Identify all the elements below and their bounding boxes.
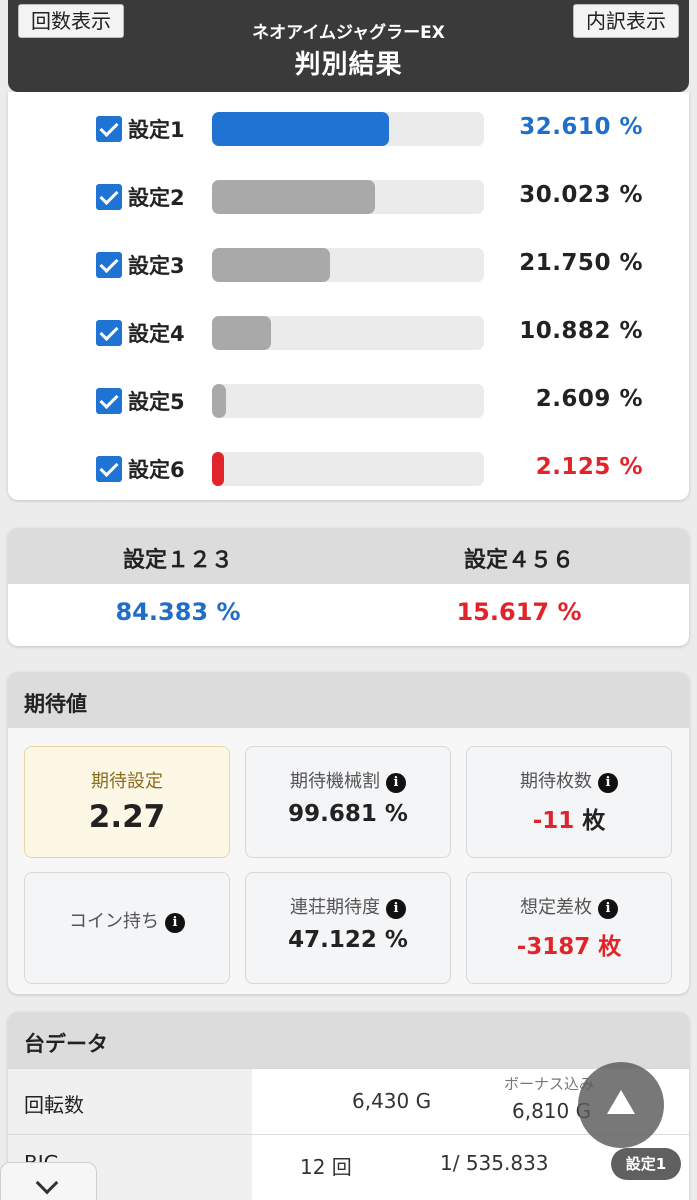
probability-bar-track — [212, 452, 484, 486]
expected-coins-tile[interactable]: 期待枚数 i -11 枚 — [466, 746, 672, 858]
probability-bar-track — [212, 180, 484, 214]
setting-checkbox[interactable] — [96, 184, 122, 210]
app-header: 回数表示 ネオアイムジャグラーEX 判別結果 内訳表示 — [8, 0, 689, 92]
setting-checkbox[interactable] — [96, 116, 122, 142]
setting-checkbox[interactable] — [96, 252, 122, 278]
setting-label: 設定4 — [128, 322, 185, 346]
setting-row: 設定5 2.609 % — [8, 364, 689, 432]
coin-hold-tile[interactable]: コイン持ち i — [24, 872, 230, 984]
probability-bar-fill — [212, 384, 226, 418]
setting-label: 設定3 — [128, 254, 185, 278]
expectation-heading: 期待値 — [8, 672, 689, 728]
estimated-diff-label: 想定差枚 — [520, 897, 592, 918]
coin-hold-label: コイン持ち — [69, 911, 159, 932]
setting-label: 設定2 — [128, 186, 185, 210]
expected-coins-value: -11 — [532, 808, 575, 834]
streak-expectation-tile[interactable]: 連荘期待度 i 47.122 % — [245, 872, 451, 984]
big-count: 12 回 — [300, 1155, 352, 1179]
streak-label: 連荘期待度 — [290, 897, 380, 918]
setting-row: 設定3 21.750 % — [8, 228, 689, 296]
setting-row: 設定2 30.023 % — [8, 160, 689, 228]
expected-coins-unit: 枚 — [582, 808, 606, 834]
expected-coins-label: 期待枚数 — [520, 771, 592, 792]
info-icon[interactable]: i — [598, 899, 618, 919]
info-icon[interactable]: i — [386, 899, 406, 919]
info-icon[interactable]: i — [598, 773, 618, 793]
probability-bar-track — [212, 316, 484, 350]
group-high-label: 設定４５６ — [463, 548, 574, 573]
probability-bar-track — [212, 384, 484, 418]
probability-bar-track — [212, 248, 484, 282]
setting-badge: 設定1 — [611, 1148, 681, 1180]
setting-checkbox[interactable] — [96, 388, 122, 414]
group-low-label: 設定１２３ — [122, 548, 233, 573]
estimated-diff-tile[interactable]: 想定差枚 i -3187 枚 — [466, 872, 672, 984]
setting-checkbox[interactable] — [96, 320, 122, 346]
expected-payout-label: 期待機械割 — [290, 771, 380, 792]
probability-bar-fill — [212, 112, 389, 146]
info-icon[interactable]: i — [386, 773, 406, 793]
streak-label-row: 連荘期待度 i — [246, 893, 450, 919]
expected-coins-row: -11 枚 — [467, 801, 671, 835]
probability-bar-fill — [212, 248, 330, 282]
probability-bar-fill — [212, 452, 224, 486]
big-ratio: 1/ 535.833 — [440, 1151, 549, 1175]
scroll-to-top-button[interactable] — [578, 1062, 664, 1148]
spins-value: 6,430 G — [352, 1089, 432, 1113]
group-summary-card: 設定１２３ 設定４５６ 84.383 % 15.617 % — [8, 528, 689, 646]
spins-label: 回転数 — [8, 1069, 252, 1134]
estimated-diff-value: -3187 枚 — [516, 934, 622, 960]
estimated-diff-label-row: 想定差枚 i — [467, 893, 671, 919]
setting-percent: 10.882 % — [519, 318, 643, 344]
big-row: BIG 12 回 1/ 535.833 — [8, 1134, 689, 1200]
page-title: 判別結果 — [294, 50, 403, 80]
machine-data-heading: 台データ — [8, 1012, 689, 1068]
coin-hold-label-row: コイン持ち i — [25, 907, 229, 933]
setting-percent: 21.750 % — [519, 250, 643, 276]
probability-bar-fill — [212, 180, 375, 214]
setting-percent: 30.023 % — [519, 182, 643, 208]
expectation-card: 期待値 期待設定 2.27 期待機械割 i 99.681 % 期待枚数 i -11 … — [8, 672, 689, 994]
expected-payout-tile[interactable]: 期待機械割 i 99.681 % — [245, 746, 451, 858]
streak-value: 47.122 % — [288, 927, 408, 953]
expected-setting-tile: 期待設定 2.27 — [24, 746, 230, 858]
group-header: 設定１２３ 設定４５６ — [8, 528, 689, 584]
setting-checkbox[interactable] — [96, 456, 122, 482]
setting-probability-card: 設定1 32.610 % 設定2 30.023 % 設定3 21.750 % 設… — [8, 92, 689, 500]
expected-setting-value: 2.27 — [88, 799, 166, 835]
probability-bar-track — [212, 112, 484, 146]
probability-bar-fill — [212, 316, 271, 350]
expected-coins-label-row: 期待枚数 i — [467, 767, 671, 793]
expected-setting-label: 期待設定 — [91, 771, 163, 792]
group-high-value: 15.617 % — [456, 598, 582, 626]
setting-percent: 32.610 % — [519, 114, 643, 140]
setting-label: 設定5 — [128, 390, 185, 414]
setting-percent: 2.609 % — [535, 386, 643, 412]
setting-row: 設定4 10.882 % — [8, 296, 689, 364]
expected-payout-label-row: 期待機械割 i — [246, 767, 450, 793]
info-icon[interactable]: i — [165, 913, 185, 933]
collapse-panel-button[interactable] — [0, 1162, 97, 1200]
chevron-down-icon — [35, 1171, 59, 1195]
group-low-value: 84.383 % — [115, 598, 241, 626]
setting-label: 設定6 — [128, 458, 185, 482]
setting-row: 設定6 2.125 % — [8, 432, 689, 500]
setting-label: 設定1 — [128, 118, 185, 142]
expected-payout-value: 99.681 % — [288, 801, 408, 827]
setting-row: 設定1 32.610 % — [8, 92, 689, 160]
setting-percent: 2.125 % — [535, 454, 643, 480]
breakdown-display-button[interactable]: 内訳表示 — [573, 4, 679, 38]
